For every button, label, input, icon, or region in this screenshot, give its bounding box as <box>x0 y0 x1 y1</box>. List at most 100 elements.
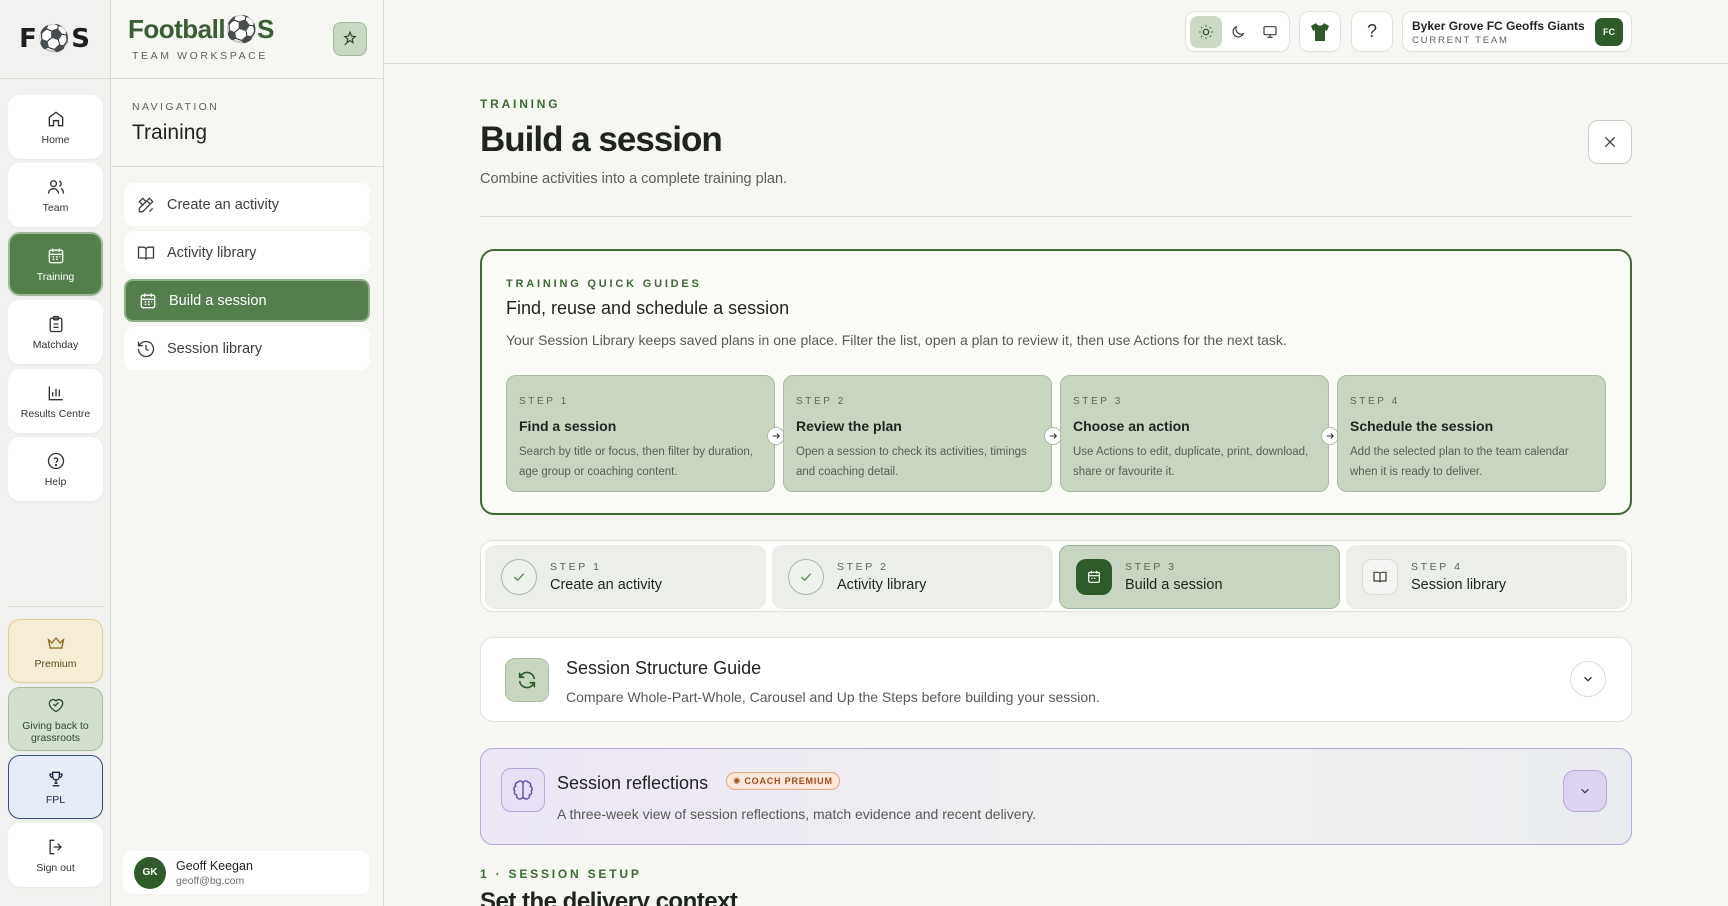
nav-item-label: Create an activity <box>167 196 280 213</box>
nav-heading: NAVIGATION Training <box>111 79 383 167</box>
navigation-panel: Football⚽S TEAM WORKSPACE NAVIGATION Tra… <box>111 0 384 906</box>
expand-structure-button[interactable] <box>1570 661 1606 697</box>
rail-item-label: FPL <box>45 793 66 806</box>
rail-divider <box>8 606 103 607</box>
rail-item-label: Help <box>44 475 67 488</box>
help-circle-icon <box>46 451 66 471</box>
brand-subtitle: TEAM WORKSPACE <box>132 50 268 62</box>
stepper-item-create-activity[interactable]: STEP 1 Create an activity <box>485 545 766 609</box>
rail-item-label: Results Centre <box>20 407 91 420</box>
guide-step-desc: Search by title or focus, then filter by… <box>519 446 753 478</box>
calendar-icon <box>46 246 66 266</box>
page-description: Combine activities into a complete train… <box>480 171 788 187</box>
check-icon <box>501 559 537 595</box>
team-name: Byker Grove FC Geoffs Giants <box>1412 19 1585 33</box>
crown-icon <box>46 633 66 653</box>
book-open-icon <box>136 243 156 263</box>
rail-item-team[interactable]: Team <box>8 163 103 227</box>
guide-step-title: Find a session <box>519 418 617 434</box>
page-kicker: TRAINING <box>480 97 561 111</box>
stepper-item-activity-library[interactable]: STEP 2 Activity library <box>772 545 1053 609</box>
rail-item-training[interactable]: Training <box>8 232 103 296</box>
guide-step-card: STEP 1 Find a session Search by title or… <box>506 375 775 492</box>
rail-item-label: Team <box>42 201 69 214</box>
stepper-label: Create an activity <box>550 577 663 593</box>
home-icon <box>46 109 66 129</box>
rail-item-premium[interactable]: Premium <box>8 619 103 683</box>
expand-reflections-button[interactable] <box>1563 770 1607 812</box>
chevron-down-icon <box>1581 672 1595 686</box>
top-bar: ? Byker Grove FC Geoffs Giants CURRENT T… <box>384 0 1728 64</box>
guide-step-number: STEP 1 <box>519 396 569 407</box>
book-open-icon <box>1362 559 1398 595</box>
theme-light-button[interactable] <box>1190 15 1222 48</box>
question-icon: ? <box>1366 21 1377 41</box>
stepper-step: STEP 3 <box>1125 561 1177 573</box>
pin-button[interactable] <box>333 22 367 56</box>
section-kicker: 1 · SESSION SETUP <box>480 867 642 881</box>
guide-step-number: STEP 4 <box>1350 396 1400 407</box>
workflow-stepper: STEP 1 Create an activity STEP 2 Activit… <box>480 540 1632 612</box>
badge-label: COACH PREMIUM <box>744 776 833 786</box>
user-card[interactable]: GK Geoff Keegan geoff@bg.com <box>123 851 370 894</box>
heart-handshake-icon <box>46 695 66 715</box>
moon-icon <box>1230 24 1246 40</box>
session-reflections[interactable]: Session reflections ✺ COACH PREMIUM A th… <box>480 748 1632 845</box>
brand-header: Football⚽S TEAM WORKSPACE <box>111 0 383 79</box>
rail-item-sign-out[interactable]: Sign out <box>8 823 103 887</box>
session-structure-guide[interactable]: Session Structure Guide Compare Whole-Pa… <box>480 637 1632 722</box>
rail-item-giving-back[interactable]: Giving back to grassroots <box>8 687 103 751</box>
rail-item-label: Matchday <box>32 338 79 351</box>
user-name: Geoff Keegan <box>176 858 253 873</box>
rail-item-help[interactable]: Help <box>8 437 103 501</box>
stepper-label: Activity library <box>837 577 927 593</box>
nav-item-label: Session library <box>167 340 263 357</box>
rail-item-matchday[interactable]: Matchday <box>8 300 103 364</box>
sparkle-icon: ✺ <box>733 775 742 786</box>
avatar: GK <box>134 856 166 889</box>
nav-item-create-activity[interactable]: Create an activity <box>124 183 370 226</box>
help-button[interactable]: ? <box>1351 11 1393 52</box>
bar-chart-icon <box>46 383 66 403</box>
stepper-item-session-library[interactable]: STEP 4 Session library <box>1346 545 1627 609</box>
stepper-step: STEP 1 <box>550 561 602 573</box>
guide-title: Find, reuse and schedule a session <box>506 298 790 318</box>
section-title: Set the delivery context <box>480 888 738 906</box>
rail-item-fpl[interactable]: FPL <box>8 755 103 819</box>
nav-item-label: Activity library <box>167 244 257 261</box>
close-button[interactable] <box>1588 120 1632 164</box>
nav-item-session-library[interactable]: Session library <box>124 327 370 370</box>
log-out-icon <box>46 837 66 857</box>
brain-icon <box>501 768 545 812</box>
structure-guide-title: Session Structure Guide <box>566 658 762 678</box>
divider <box>480 216 1632 217</box>
nav-item-activity-library[interactable]: Activity library <box>124 231 370 274</box>
nav-item-label: Build a session <box>169 292 267 309</box>
calendar-icon <box>1076 559 1112 595</box>
rail-item-home[interactable]: Home <box>8 95 103 159</box>
stepper-item-build-session[interactable]: STEP 3 Build a session <box>1059 545 1340 609</box>
guide-step-desc: Add the selected plan to the team calend… <box>1350 446 1569 478</box>
nav-item-build-session[interactable]: Build a session <box>124 279 370 322</box>
theme-system-button[interactable] <box>1254 16 1286 48</box>
stepper-label: Session library <box>1411 577 1507 593</box>
pencil-ruler-icon <box>136 195 156 215</box>
rail-logo[interactable]: F⚽S <box>0 0 110 79</box>
kit-button[interactable] <box>1299 11 1341 52</box>
guide-step-card: STEP 2 Review the plan Open a session to… <box>783 375 1052 492</box>
theme-dark-button[interactable] <box>1222 16 1254 48</box>
trophy-icon <box>46 769 66 789</box>
guide-kicker: TRAINING QUICK GUIDES <box>506 278 702 290</box>
rail-item-label: Premium <box>34 657 77 670</box>
rail-item-results-centre[interactable]: Results Centre <box>8 369 103 433</box>
monitor-icon <box>1262 24 1278 40</box>
icon-rail: F⚽S Home Team Training Matchday Results … <box>0 0 111 906</box>
rail-item-label: Sign out <box>36 861 75 874</box>
guide-step-title: Schedule the session <box>1350 418 1494 434</box>
clipboard-icon <box>46 314 66 334</box>
guide-step-title: Choose an action <box>1073 418 1190 434</box>
reflections-title: Session reflections <box>557 773 709 793</box>
team-selector[interactable]: Byker Grove FC Geoffs Giants CURRENT TEA… <box>1402 11 1632 52</box>
brand-name[interactable]: Football⚽S <box>128 14 274 45</box>
sun-icon <box>1198 24 1214 40</box>
